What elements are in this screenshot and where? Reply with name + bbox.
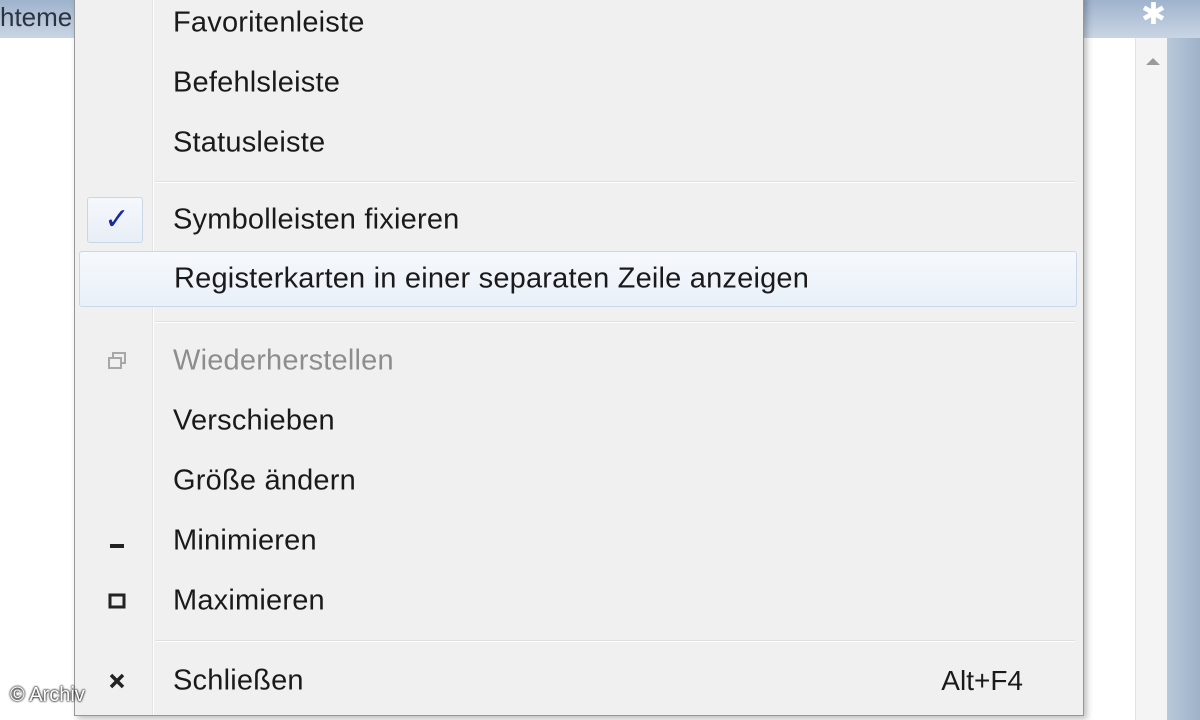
watermark: © Archiv <box>10 684 85 706</box>
menu-item-registerkarten-separate-zeile[interactable]: Registerkarten in einer separaten Zeile … <box>79 251 1077 307</box>
menu-separator <box>155 181 1075 183</box>
scroll-up-arrow-icon[interactable] <box>1146 58 1160 65</box>
menu-item-label: Wiederherstellen <box>173 344 394 377</box>
menu-item-shortcut: Alt+F4 <box>941 665 1023 696</box>
restore-icon <box>97 341 137 381</box>
context-menu: Favoritenleiste Befehlsleiste Statusleis… <box>74 0 1084 716</box>
menu-item-maximieren[interactable]: Maximieren <box>79 573 1077 629</box>
menu-item-label: Symbolleisten fixieren <box>173 203 460 236</box>
checkmark-icon: ✓ <box>104 203 130 236</box>
menu-item-label: Schließen <box>173 664 304 697</box>
menu-separator <box>155 321 1075 323</box>
menu-item-befehlsleiste[interactable]: Befehlsleiste <box>79 55 1077 111</box>
menu-item-label: Maximieren <box>173 584 325 617</box>
menu-item-label: Minimieren <box>173 524 317 557</box>
menu-item-label: Registerkarten in einer separaten Zeile … <box>174 262 810 295</box>
menu-item-symbolleisten-fixieren[interactable]: ✓ Symbolleisten fixieren <box>79 192 1077 248</box>
close-icon <box>97 661 137 701</box>
vertical-scrollbar[interactable] <box>1135 38 1168 720</box>
menu-item-verschieben[interactable]: Verschieben <box>79 393 1077 449</box>
window-frame <box>1167 38 1200 720</box>
menu-item-statusleiste[interactable]: Statusleiste <box>79 115 1077 171</box>
menu-separator <box>155 640 1075 642</box>
menu-item-favoritenleiste[interactable]: Favoritenleiste <box>79 0 1077 51</box>
window-title: hteme <box>0 2 73 32</box>
menu-item-label: Favoritenleiste <box>173 6 365 39</box>
menu-item-label: Befehlsleiste <box>173 66 341 99</box>
menu-item-minimieren[interactable]: Minimieren <box>79 513 1077 569</box>
menu-item-label: Verschieben <box>173 404 335 437</box>
menu-item-groesse-aendern[interactable]: Größe ändern <box>79 453 1077 509</box>
minimize-icon <box>97 521 137 561</box>
menu-item-label: Statusleiste <box>173 126 326 159</box>
menu-item-wiederherstellen: Wiederherstellen <box>79 333 1077 389</box>
menu-item-schliessen[interactable]: Schließen Alt+F4 <box>79 653 1077 709</box>
menu-item-label: Größe ändern <box>173 464 356 497</box>
gear-icon[interactable]: ✱ <box>1141 0 1166 30</box>
maximize-icon <box>97 581 137 621</box>
